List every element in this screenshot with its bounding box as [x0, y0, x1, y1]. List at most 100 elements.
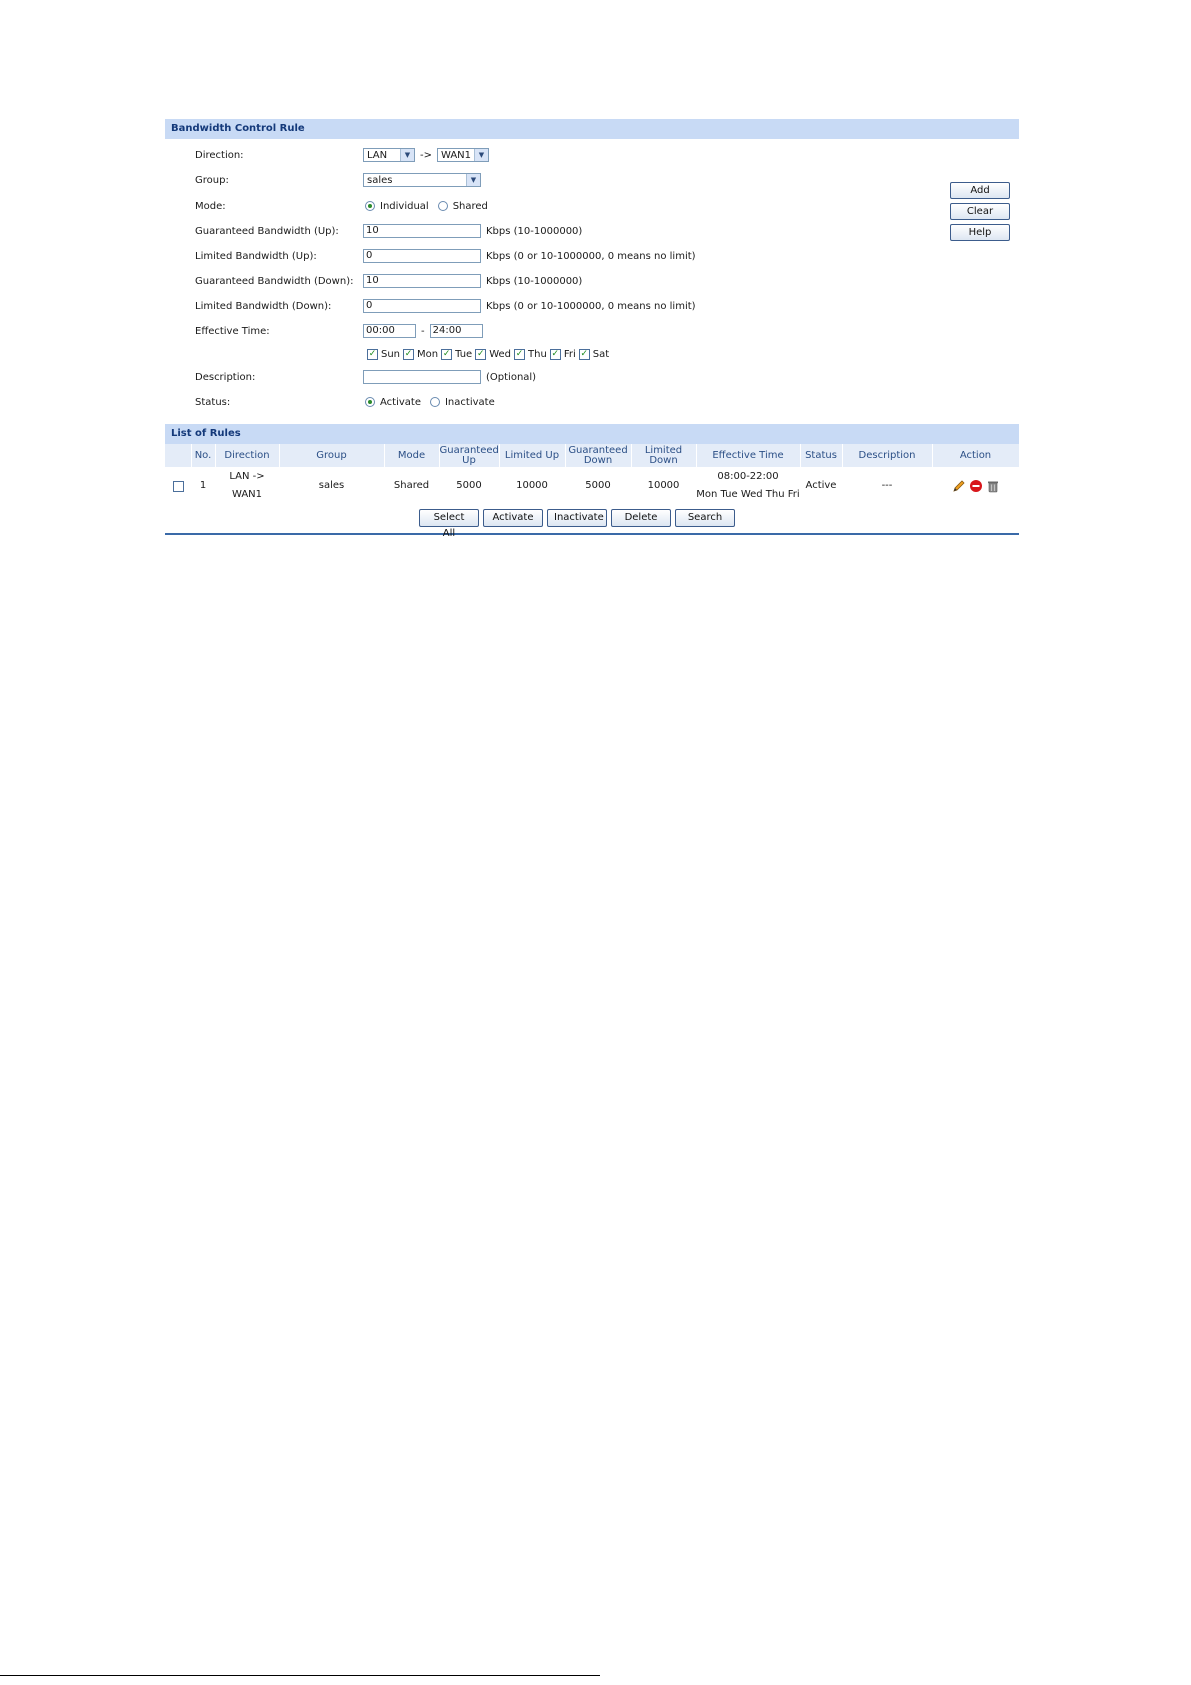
select-all-button[interactable]: Select All	[419, 509, 479, 539]
inactivate-button[interactable]: Inactivate	[547, 509, 607, 527]
time-end-input[interactable]: 24:00	[429, 324, 483, 338]
row-guaranteed-down: 5000	[585, 480, 611, 491]
row-group: sales	[318, 480, 345, 491]
mode-shared-radio[interactable]	[437, 201, 448, 211]
day-sun-checkbox[interactable]: ✓	[367, 348, 378, 360]
mode-individual-radio[interactable]	[365, 201, 375, 211]
guaranteed-up-hint: Kbps (10-1000000)	[486, 225, 583, 237]
direction-separator: ->	[420, 149, 432, 161]
days-row: ✓ Sun ✓ Mon ✓ Tue ✓ Wed ✓ Thu ✓ Fri ✓ Sat	[367, 348, 610, 360]
row-direction: LAN -> WAN1	[229, 471, 265, 500]
row-description: ---	[881, 480, 893, 491]
list-section-header: List of Rules	[165, 424, 1019, 444]
rule-form: Direction: LAN ▼ -> WAN1 ▼ Group: sales …	[165, 139, 1019, 424]
row-mode: Shared	[393, 480, 430, 491]
row-actions	[932, 467, 1019, 505]
limited-down-input[interactable]: 0	[363, 299, 481, 313]
col-guaranteed-up: Guaranteed Up	[439, 444, 500, 467]
table-row: ✓ 1 LAN -> WAN1 sales Shared 5000 10000 …	[165, 467, 1019, 505]
guaranteed-down-row: Guaranteed Bandwidth (Down): 10 Kbps (10…	[165, 270, 925, 292]
group-row: Group: sales ▼	[165, 169, 865, 191]
description-input[interactable]	[363, 370, 481, 384]
rule-section-header: Bandwidth Control Rule	[165, 119, 1019, 139]
row-limited-down: 10000	[647, 480, 680, 491]
search-button[interactable]: Search	[675, 509, 735, 527]
status-label: Status:	[195, 396, 231, 408]
panel-bottom-border	[165, 533, 1019, 535]
col-effective-time: Effective Time	[696, 444, 801, 467]
list-action-buttons: Select All Activate Inactivate Delete Se…	[135, 505, 1019, 539]
day-fri-checkbox[interactable]: ✓	[549, 348, 561, 360]
guaranteed-up-label: Guaranteed Bandwidth (Up):	[195, 225, 339, 237]
status-row: Status: Activate Inactivate	[165, 391, 925, 413]
row-select-checkbox[interactable]: ✓	[172, 481, 184, 492]
mode-shared-label: Shared	[452, 200, 488, 212]
mode-row: Mode: Individual Shared	[165, 195, 865, 217]
rules-table: No. Direction Group Mode Guaranteed Up L…	[165, 444, 1020, 505]
guaranteed-up-input[interactable]: 10	[363, 224, 481, 238]
status-activate-label: Activate	[380, 396, 421, 408]
delete-icon[interactable]	[986, 479, 1000, 493]
add-button[interactable]: Add	[950, 182, 1010, 199]
dropdown-arrow-icon: ▼	[466, 174, 480, 186]
activate-button[interactable]: Activate	[483, 509, 543, 527]
limited-up-label: Limited Bandwidth (Up):	[195, 250, 317, 262]
col-status: Status	[800, 444, 843, 467]
description-label: Description:	[195, 371, 256, 383]
row-limited-up: 10000	[516, 480, 548, 491]
status-inactivate-label: Inactivate	[444, 396, 495, 408]
day-mon-checkbox[interactable]: ✓	[403, 348, 415, 360]
help-button[interactable]: Help	[950, 224, 1010, 241]
time-start-input[interactable]: 00:00	[363, 324, 416, 338]
dropdown-arrow-icon: ▼	[474, 149, 488, 161]
col-direction: Direction	[215, 444, 280, 467]
row-no: 1	[199, 480, 207, 491]
direction-from-select[interactable]: LAN ▼	[363, 148, 415, 162]
col-limited-up: Limited Up	[499, 444, 566, 467]
row-status: Active	[805, 480, 837, 491]
rule-action-buttons: Add Clear Help	[950, 182, 1010, 241]
row-guaranteed-up: 5000	[456, 480, 482, 491]
limited-down-row: Limited Bandwidth (Down): 0 Kbps (0 or 1…	[165, 295, 925, 317]
guaranteed-down-label: Guaranteed Bandwidth (Down):	[195, 275, 354, 287]
clear-button[interactable]: Clear	[950, 203, 1010, 220]
limited-up-hint: Kbps (0 or 10-1000000, 0 means no limit)	[486, 250, 696, 262]
col-guaranteed-down: Guaranteed Down	[565, 444, 632, 467]
edit-icon[interactable]	[952, 479, 966, 493]
guaranteed-down-hint: Kbps (10-1000000)	[486, 275, 583, 287]
delete-button[interactable]: Delete	[611, 509, 671, 527]
col-action: Action	[932, 444, 1020, 467]
day-sat-checkbox[interactable]: ✓	[578, 348, 590, 360]
day-thu-checkbox[interactable]: ✓	[514, 348, 526, 360]
row-effective-time: 08:00-22:00 Mon Tue Wed Thu Fri	[696, 471, 800, 500]
status-inactivate-radio[interactable]	[429, 397, 440, 407]
effective-time-label: Effective Time:	[195, 325, 270, 337]
guaranteed-down-input[interactable]: 10	[363, 274, 481, 288]
group-label: Group:	[195, 174, 229, 186]
description-hint: (Optional)	[486, 371, 537, 383]
mode-individual-label: Individual	[380, 200, 429, 212]
limited-up-row: Limited Bandwidth (Up): 0 Kbps (0 or 10-…	[165, 245, 925, 267]
direction-label: Direction:	[195, 149, 244, 161]
description-row: Description: (Optional)	[165, 366, 925, 388]
day-tue-checkbox[interactable]: ✓	[441, 348, 453, 360]
effective-time-row: Effective Time: 00:00 - 24:00	[165, 320, 925, 342]
direction-row: Direction: LAN ▼ -> WAN1 ▼	[165, 144, 865, 166]
limited-up-input[interactable]: 0	[363, 249, 481, 263]
limited-down-label: Limited Bandwidth (Down):	[195, 300, 332, 312]
time-separator: -	[421, 325, 425, 337]
group-select[interactable]: sales ▼	[363, 173, 481, 187]
direction-to-select[interactable]: WAN1 ▼	[437, 148, 489, 162]
page-footer-line	[0, 1675, 600, 1676]
mode-label: Mode:	[195, 200, 226, 212]
table-header-row: No. Direction Group Mode Guaranteed Up L…	[165, 444, 1020, 467]
bandwidth-control-panel: Bandwidth Control Rule Direction: LAN ▼ …	[165, 119, 1020, 539]
guaranteed-up-row: Guaranteed Bandwidth (Up): 10 Kbps (10-1…	[165, 220, 925, 242]
col-mode: Mode	[384, 444, 440, 467]
col-limited-down: Limited Down	[631, 444, 697, 467]
col-select	[165, 444, 192, 467]
dropdown-arrow-icon: ▼	[400, 149, 414, 161]
day-wed-checkbox[interactable]: ✓	[475, 348, 487, 360]
disable-icon[interactable]	[969, 479, 983, 493]
status-activate-radio[interactable]	[365, 397, 375, 407]
